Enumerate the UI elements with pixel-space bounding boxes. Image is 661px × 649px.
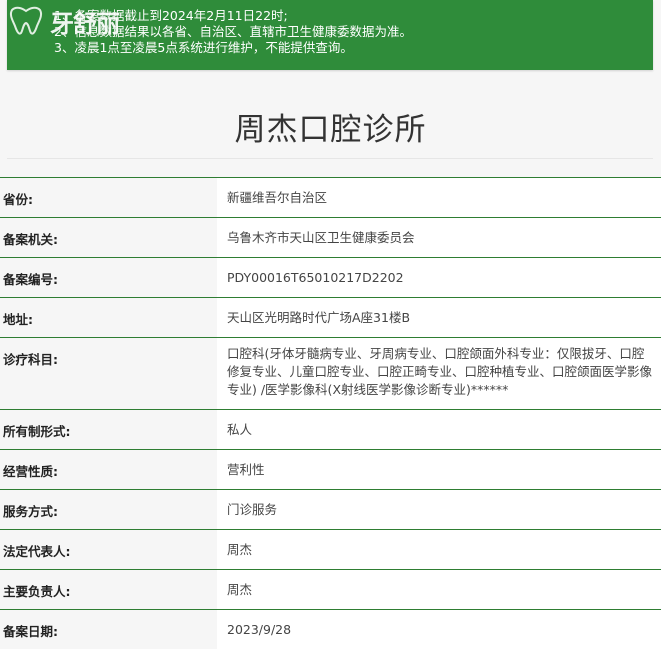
detail-value: 周杰 [217,570,661,609]
detail-row-date: 备案日期: 2023/9/28 [0,609,661,649]
detail-value: 乌鲁木齐市天山区卫生健康委员会 [217,218,661,257]
detail-row-address: 地址: 天山区光明路时代广场A座31楼B [0,297,661,337]
detail-label: 所有制形式: [0,410,217,449]
detail-value: 门诊服务 [217,490,661,529]
details-table: 省份: 新疆维吾尔自治区 备案机关: 乌鲁木齐市天山区卫生健康委员会 备案编号:… [0,177,661,649]
detail-value: 私人 [217,410,661,449]
detail-value: 2023/9/28 [217,610,661,649]
detail-row-legal-rep: 法定代表人: 周杰 [0,529,661,569]
title-divider [7,158,653,159]
detail-value: 周杰 [217,530,661,569]
detail-label: 诊疗科目: [0,338,217,409]
tooth-logo-icon [9,6,43,35]
detail-row-authority: 备案机关: 乌鲁木齐市天山区卫生健康委员会 [0,217,661,257]
detail-label: 服务方式: [0,490,217,529]
detail-label: 法定代表人: [0,530,217,569]
detail-value: PDY00016T65010217D2202 [217,258,661,297]
site-logo[interactable]: 牙舒丽 [50,4,120,39]
detail-row-province: 省份: 新疆维吾尔自治区 [0,177,661,217]
notice-line-1: 1、备案数据截止到2024年2月11日22时; [54,8,288,23]
detail-row-service: 服务方式: 门诊服务 [0,489,661,529]
detail-label: 主要负责人: [0,570,217,609]
notice-line-3: 3、凌晨1点至凌晨5点系统进行维护，不能提供查询。 [54,40,353,55]
detail-value: 新疆维吾尔自治区 [217,178,661,217]
detail-value: 营利性 [217,450,661,489]
detail-row-principal: 主要负责人: 周杰 [0,569,661,609]
detail-row-departments: 诊疗科目: 口腔科(牙体牙髓病专业、牙周病专业、口腔颌面外科专业：仅限拔牙、口腔… [0,337,661,409]
notice-line-2: 2、信息数据结果以各省、自治区、直辖市卫生健康委数据为准。 [54,24,412,39]
detail-label: 备案编号: [0,258,217,297]
detail-row-ownership: 所有制形式: 私人 [0,409,661,449]
detail-label: 省份: [0,178,217,217]
detail-row-number: 备案编号: PDY00016T65010217D2202 [0,257,661,297]
detail-row-business-nature: 经营性质: 营利性 [0,449,661,489]
detail-label: 备案机关: [0,218,217,257]
detail-label: 经营性质: [0,450,217,489]
clinic-title: 周杰口腔诊所 [234,112,427,148]
detail-label: 备案日期: [0,610,217,649]
detail-value: 天山区光明路时代广场A座31楼B [217,298,661,337]
detail-value: 口腔科(牙体牙髓病专业、牙周病专业、口腔颌面外科专业：仅限拔牙、口腔修复专业、儿… [217,338,661,409]
detail-label: 地址: [0,298,217,337]
